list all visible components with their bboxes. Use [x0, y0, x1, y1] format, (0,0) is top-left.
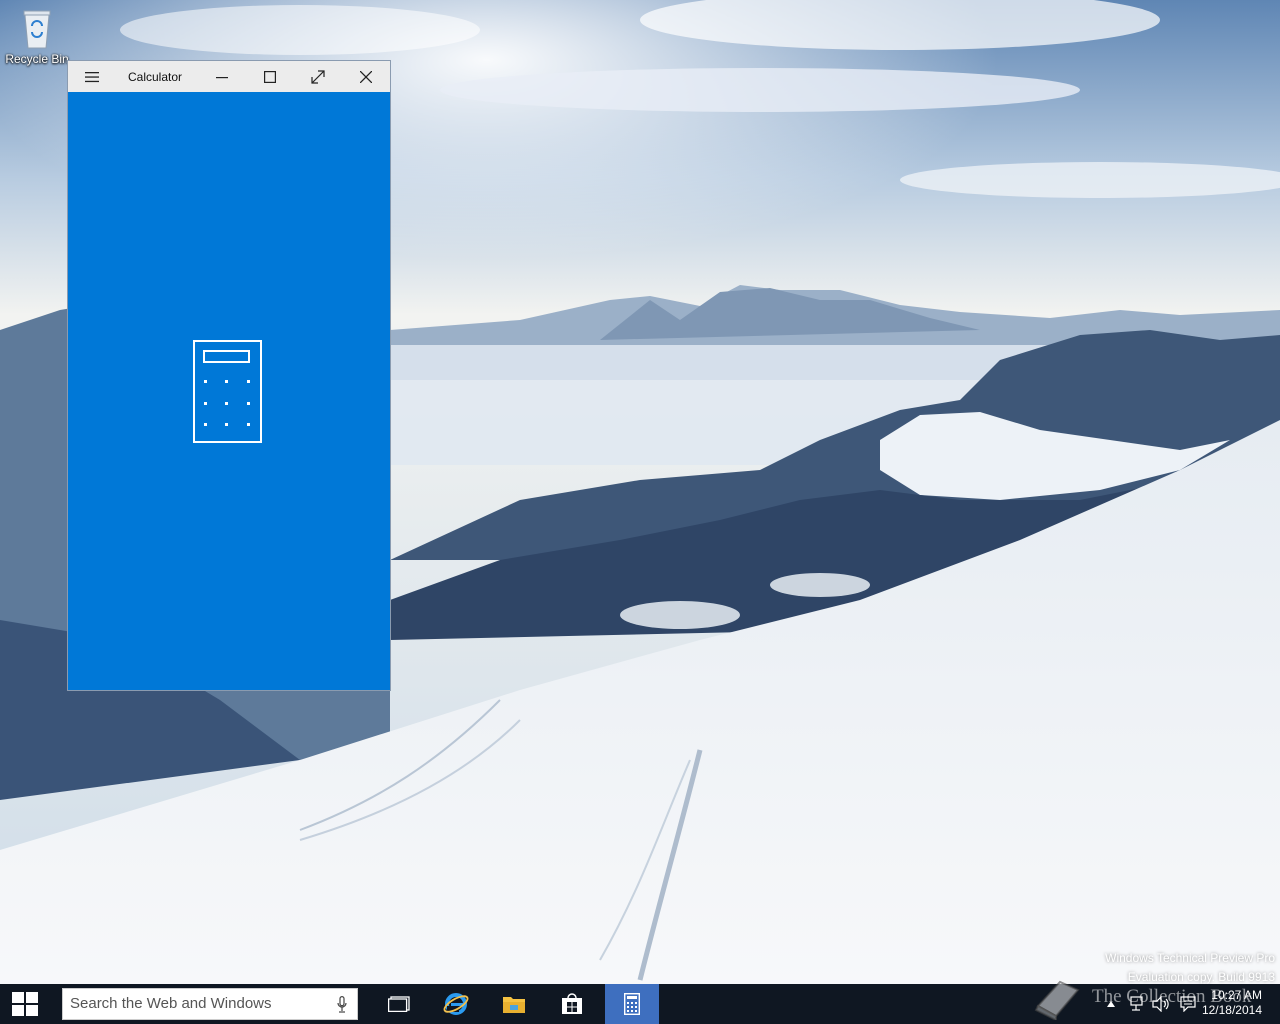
hamburger-icon[interactable] [68, 61, 116, 92]
store-button[interactable] [548, 984, 596, 1024]
microphone-icon[interactable] [337, 996, 347, 1013]
window-title: Calculator [128, 69, 183, 84]
calculator-taskbar-button[interactable] [605, 984, 659, 1024]
store-icon [562, 993, 582, 1014]
close-icon [360, 70, 372, 83]
start-button[interactable] [0, 984, 50, 1024]
search-input[interactable] [70, 995, 330, 1012]
task-view-button[interactable] [375, 984, 423, 1024]
title-bar[interactable]: Calculator [68, 61, 390, 92]
minimize-button[interactable] [198, 61, 246, 92]
file-explorer-button[interactable] [490, 984, 538, 1024]
maximize-button[interactable] [246, 61, 294, 92]
windows-logo-icon [12, 992, 38, 1016]
file-explorer-icon [503, 997, 525, 1013]
calculator-icon [193, 340, 262, 443]
calculator-window[interactable]: Calculator [67, 60, 391, 691]
fullscreen-icon [311, 69, 325, 84]
maximize-icon [264, 70, 276, 83]
recycle-bin[interactable]: Recycle Bin [4, 6, 70, 66]
internet-explorer-icon [443, 993, 469, 1015]
splash-screen [68, 92, 390, 690]
book-logo-icon [1034, 980, 1080, 1020]
minimize-icon [216, 76, 228, 78]
watermark-edition: Windows Technical Preview Pro [1105, 951, 1275, 965]
recycle-bin-label: Recycle Bin [5, 52, 69, 66]
recycle-bin-icon [20, 6, 54, 50]
fullscreen-button[interactable] [294, 61, 342, 92]
search-box[interactable] [62, 988, 358, 1020]
task-view-icon [388, 996, 410, 1012]
desktop: Recycle Bin Calculator Windows Technical… [0, 0, 1280, 984]
internet-explorer-button[interactable] [432, 984, 480, 1024]
brand-text: The Collection Book [1092, 986, 1252, 1007]
close-button[interactable] [342, 61, 390, 92]
calculator-icon [624, 993, 640, 1015]
brand-overlay: The Collection Book [1030, 972, 1280, 1022]
